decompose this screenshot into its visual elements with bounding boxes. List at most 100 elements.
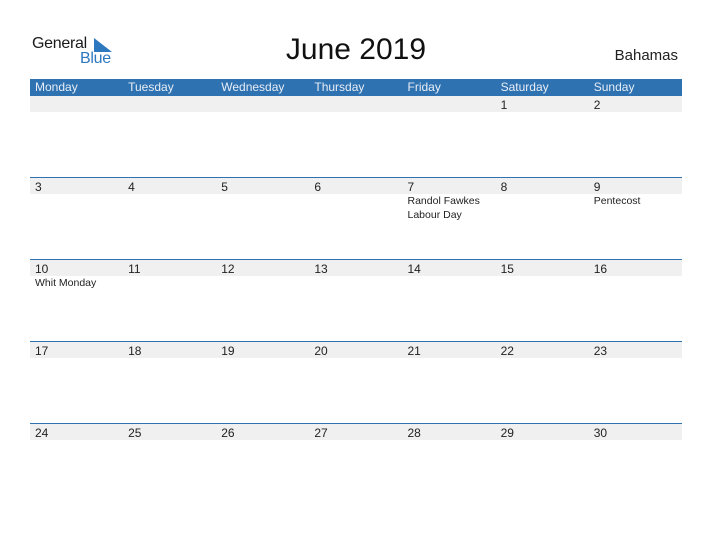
day-cell: 1 bbox=[496, 96, 589, 112]
event-cell bbox=[309, 276, 402, 291]
day-number: 22 bbox=[500, 344, 514, 358]
day-cell: 9 bbox=[589, 178, 682, 194]
week-row: 24 25 26 27 28 29 30 bbox=[30, 423, 682, 505]
day-number: 14 bbox=[407, 262, 421, 276]
holiday-label: Pentecost bbox=[593, 195, 641, 207]
day-cell bbox=[123, 96, 216, 112]
event-cell bbox=[30, 358, 123, 359]
weekday-header-monday: Monday bbox=[35, 80, 78, 94]
day-number: 16 bbox=[593, 262, 608, 276]
day-cell: 19 bbox=[216, 342, 309, 358]
day-number: 6 bbox=[314, 180, 322, 194]
day-cell: 25 bbox=[123, 424, 216, 440]
day-cell: 4 bbox=[123, 178, 216, 194]
day-number: 25 bbox=[128, 426, 142, 440]
day-cell: 6 bbox=[309, 178, 402, 194]
event-cell: Whit Monday bbox=[30, 276, 123, 291]
day-cell: 2 bbox=[589, 96, 682, 112]
country-label: Bahamas bbox=[614, 47, 678, 64]
day-number: 18 bbox=[128, 344, 142, 358]
event-cell bbox=[30, 112, 123, 113]
date-strip: 17 18 19 20 21 22 23 bbox=[30, 342, 682, 358]
event-cell bbox=[216, 440, 309, 441]
event-cell bbox=[216, 358, 309, 359]
day-number: 12 bbox=[221, 262, 235, 276]
day-cell: 7 bbox=[403, 178, 496, 194]
day-cell bbox=[216, 96, 309, 112]
day-cell: 16 bbox=[589, 260, 682, 276]
day-cell bbox=[30, 96, 123, 112]
day-cell: 23 bbox=[589, 342, 682, 358]
day-cell: 28 bbox=[403, 424, 496, 440]
day-number: 26 bbox=[221, 426, 235, 440]
day-number: 7 bbox=[407, 180, 415, 194]
day-number: 2 bbox=[593, 98, 601, 112]
day-cell: 3 bbox=[30, 178, 123, 194]
event-cell bbox=[123, 112, 216, 113]
day-cell: 15 bbox=[496, 260, 589, 276]
event-cell bbox=[496, 112, 589, 113]
events-row: Whit Monday bbox=[30, 276, 682, 291]
week-row: 10 11 12 13 14 15 16 Whit Monday bbox=[30, 259, 682, 341]
day-number: 29 bbox=[500, 426, 514, 440]
date-strip: 12 bbox=[30, 96, 682, 112]
day-number: 13 bbox=[314, 262, 328, 276]
event-cell bbox=[309, 440, 402, 441]
day-number: 9 bbox=[593, 180, 601, 194]
weekday-header-thursday: Thursday bbox=[314, 80, 365, 94]
day-number: 17 bbox=[35, 344, 49, 358]
event-cell bbox=[403, 358, 496, 359]
event-cell bbox=[216, 194, 309, 222]
event-cell bbox=[216, 276, 309, 291]
event-cell bbox=[309, 358, 402, 359]
event-cell bbox=[30, 194, 123, 222]
page-title: June 2019 bbox=[285, 33, 427, 66]
event-cell bbox=[589, 112, 682, 113]
day-cell: 29 bbox=[496, 424, 589, 440]
event-cell bbox=[403, 440, 496, 441]
event-cell: Randol Fawkes Labour Day bbox=[403, 194, 496, 222]
event-cell bbox=[309, 112, 402, 113]
day-cell: 8 bbox=[496, 178, 589, 194]
weekday-header-wednesday: Wednesday bbox=[221, 80, 285, 94]
day-cell: 14 bbox=[403, 260, 496, 276]
day-number: 21 bbox=[407, 344, 421, 358]
week-row: 17 18 19 20 21 22 23 bbox=[30, 341, 682, 423]
event-cell bbox=[496, 276, 589, 291]
events-row bbox=[30, 358, 682, 359]
event-cell bbox=[589, 440, 682, 441]
day-number: 20 bbox=[314, 344, 328, 358]
day-cell: 12 bbox=[216, 260, 309, 276]
date-strip: 24 25 26 27 28 29 30 bbox=[30, 424, 682, 440]
event-cell bbox=[123, 358, 216, 359]
day-number: 8 bbox=[500, 180, 508, 194]
day-number: 30 bbox=[593, 426, 608, 440]
event-cell bbox=[216, 112, 309, 113]
day-cell: 18 bbox=[123, 342, 216, 358]
events-row bbox=[30, 112, 682, 113]
day-number: 24 bbox=[35, 426, 49, 440]
day-number: 27 bbox=[314, 426, 328, 440]
event-cell bbox=[589, 358, 682, 359]
day-number: 23 bbox=[593, 344, 608, 358]
weekday-header: Monday Tuesday Wednesday Thursday Friday Satu… bbox=[30, 79, 682, 96]
day-cell: 10 bbox=[30, 260, 123, 276]
event-cell bbox=[123, 276, 216, 291]
week-row: 12 bbox=[30, 96, 682, 177]
holiday-label: Labour Day bbox=[407, 208, 462, 221]
week-row: 3 4 5 6 7 8 9 Randol Fawkes Labour Day Pentecost bbox=[30, 177, 682, 259]
weekday-header-saturday: Saturday bbox=[500, 80, 549, 94]
day-cell: 30 bbox=[589, 424, 682, 440]
event-cell bbox=[123, 194, 216, 222]
events-row bbox=[30, 440, 682, 441]
weekday-header-friday: Friday bbox=[407, 80, 441, 94]
event-cell bbox=[496, 440, 589, 441]
weeks-container: 1 2 3 4 5 6 7 8 9 Randol Fawkes Labour Day Pentecos… bbox=[30, 96, 682, 505]
day-cell: 24 bbox=[30, 424, 123, 440]
event-cell bbox=[403, 112, 496, 113]
calendar-grid: Monday Tuesday Wednesday Thursday Friday Satu… bbox=[30, 79, 682, 505]
event-cell bbox=[309, 194, 402, 222]
event-cell bbox=[123, 440, 216, 441]
day-cell: 20 bbox=[309, 342, 402, 358]
day-cell bbox=[403, 96, 496, 112]
